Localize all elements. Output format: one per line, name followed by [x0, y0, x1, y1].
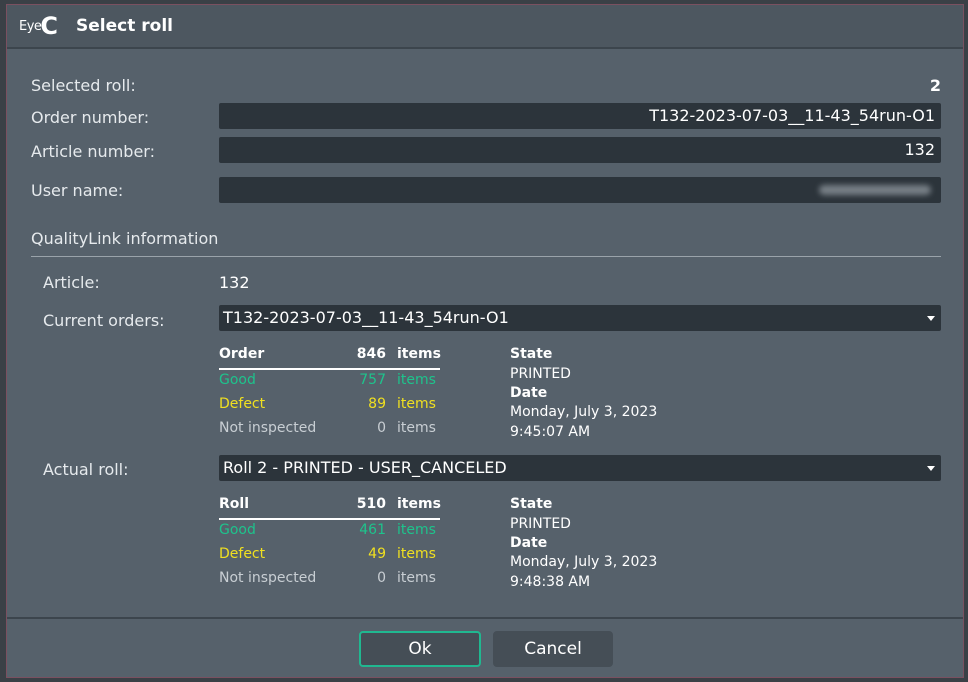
- logo-mark: C: [40, 12, 59, 40]
- eyec-logo: Eye C: [19, 14, 58, 38]
- section-divider: [31, 256, 941, 257]
- order-stats-header: Order: [219, 346, 265, 362]
- roll-good-label: Good: [219, 522, 256, 538]
- order-number-label: Order number:: [31, 108, 150, 127]
- actual-roll-dropdown[interactable]: Roll 2 - PRINTED - USER_CANCELED: [219, 455, 941, 481]
- order-number-field[interactable]: T132-2023-07-03__11-43_54run-O1: [219, 103, 941, 129]
- order-stats-unit: items: [397, 346, 441, 362]
- order-good-label: Good: [219, 372, 256, 388]
- roll-good-unit: items: [397, 522, 436, 538]
- roll-notinsp-label: Not inspected: [219, 570, 317, 586]
- user-name-label: User name:: [31, 181, 124, 200]
- order-good-unit: items: [397, 372, 436, 388]
- article-number-field[interactable]: 132: [219, 137, 941, 163]
- cancel-button[interactable]: Cancel: [493, 631, 613, 667]
- order-time-value: 9:45:07 AM: [510, 424, 591, 440]
- order-stats-rule: [219, 368, 440, 370]
- order-good-count: 757: [359, 372, 386, 388]
- article-value: 132: [219, 273, 250, 292]
- actual-roll-selected: Roll 2 - PRINTED - USER_CANCELED: [223, 458, 507, 477]
- roll-stats-header: Roll: [219, 496, 249, 512]
- roll-defect-count: 49: [368, 546, 386, 562]
- roll-state-value: PRINTED: [510, 516, 571, 532]
- selected-roll-value: 2: [929, 76, 941, 95]
- roll-state-label: State: [510, 496, 553, 512]
- order-notinsp-label: Not inspected: [219, 420, 317, 436]
- order-date-label: Date: [510, 385, 548, 401]
- roll-date-value: Monday, July 3, 2023: [510, 554, 658, 570]
- order-defect-count: 89: [368, 396, 386, 412]
- roll-notinsp-count: 0: [377, 570, 386, 586]
- article-number-label: Article number:: [31, 142, 155, 161]
- user-name-redacted: [819, 185, 931, 195]
- user-name-field[interactable]: [219, 177, 941, 203]
- roll-date-label: Date: [510, 535, 548, 551]
- roll-time-value: 9:48:38 AM: [510, 574, 591, 590]
- logo-text: Eye: [19, 18, 42, 34]
- title-bar: Eye C Select roll: [7, 5, 963, 49]
- order-notinsp-count: 0: [377, 420, 386, 436]
- roll-defect-unit: items: [397, 546, 436, 562]
- order-stats-count: 846: [356, 346, 386, 362]
- chevron-down-icon[interactable]: [921, 305, 941, 331]
- qualitylink-section-title: QualityLink information: [31, 229, 219, 248]
- order-state-value: PRINTED: [510, 366, 571, 382]
- order-defect-label: Defect: [219, 396, 266, 412]
- order-defect-unit: items: [397, 396, 436, 412]
- order-notinsp-unit: items: [397, 420, 436, 436]
- order-state-label: State: [510, 346, 553, 362]
- footer-divider: [7, 617, 963, 619]
- dialog-title: Select roll: [76, 16, 173, 36]
- current-orders-dropdown[interactable]: T132-2023-07-03__11-43_54run-O1: [219, 305, 941, 331]
- chevron-down-icon[interactable]: [921, 455, 941, 481]
- order-date-value: Monday, July 3, 2023: [510, 404, 658, 420]
- roll-notinsp-unit: items: [397, 570, 436, 586]
- select-roll-dialog: Eye C Select roll Selected roll: 2 Order…: [6, 4, 964, 678]
- roll-defect-label: Defect: [219, 546, 266, 562]
- roll-stats-count: 510: [356, 496, 386, 512]
- ok-button[interactable]: Ok: [359, 631, 481, 667]
- roll-good-count: 461: [359, 522, 386, 538]
- current-orders-label: Current orders:: [43, 311, 165, 330]
- actual-roll-label: Actual roll:: [43, 460, 129, 479]
- roll-stats-rule: [219, 518, 440, 520]
- roll-stats-unit: items: [397, 496, 441, 512]
- current-orders-selected: T132-2023-07-03__11-43_54run-O1: [223, 308, 509, 327]
- selected-roll-label: Selected roll:: [31, 76, 136, 95]
- article-label: Article:: [43, 273, 100, 292]
